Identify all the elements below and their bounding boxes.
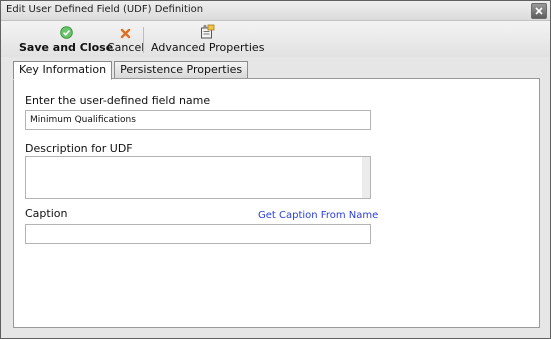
advanced-properties-button[interactable]: Advanced Properties [151,24,264,56]
key-information-panel: Enter the user-defined field name Descri… [13,78,540,328]
caption-input[interactable] [25,224,371,244]
advanced-properties-label: Advanced Properties [151,41,265,54]
description-textarea[interactable] [25,156,371,199]
properties-icon [201,24,215,39]
description-label: Description for UDF [25,142,133,155]
get-caption-from-name-link[interactable]: Get Caption From Name [258,210,378,221]
save-and-close-label: Save and Close [19,41,114,54]
description-scrollbar[interactable] [362,157,370,198]
cancel-button[interactable]: Cancel [107,24,144,56]
close-icon [535,7,543,15]
field-name-input[interactable] [25,110,371,130]
tab-persistence-properties[interactable]: Persistence Properties [114,61,249,79]
check-circle-icon [59,26,73,39]
dialog-title: Edit User Defined Field (UDF) Definition [6,4,204,15]
x-icon [120,28,131,39]
field-name-label: Enter the user-defined field name [25,94,211,107]
tab-key-information[interactable]: Key Information [13,61,113,80]
udf-definition-dialog: Edit User Defined Field (UDF) Definition… [0,0,551,339]
caption-label: Caption [25,207,68,220]
close-button[interactable] [531,3,547,19]
toolbar-separator [143,27,144,53]
toolbar: Save and Close Cancel Advanced Propertie… [1,21,550,57]
cancel-label: Cancel [107,41,145,54]
title-bar: Edit User Defined Field (UDF) Definition [1,1,550,21]
tab-strip: Key Information Persistence Properties [13,61,250,80]
save-and-close-button[interactable]: Save and Close [19,24,113,56]
